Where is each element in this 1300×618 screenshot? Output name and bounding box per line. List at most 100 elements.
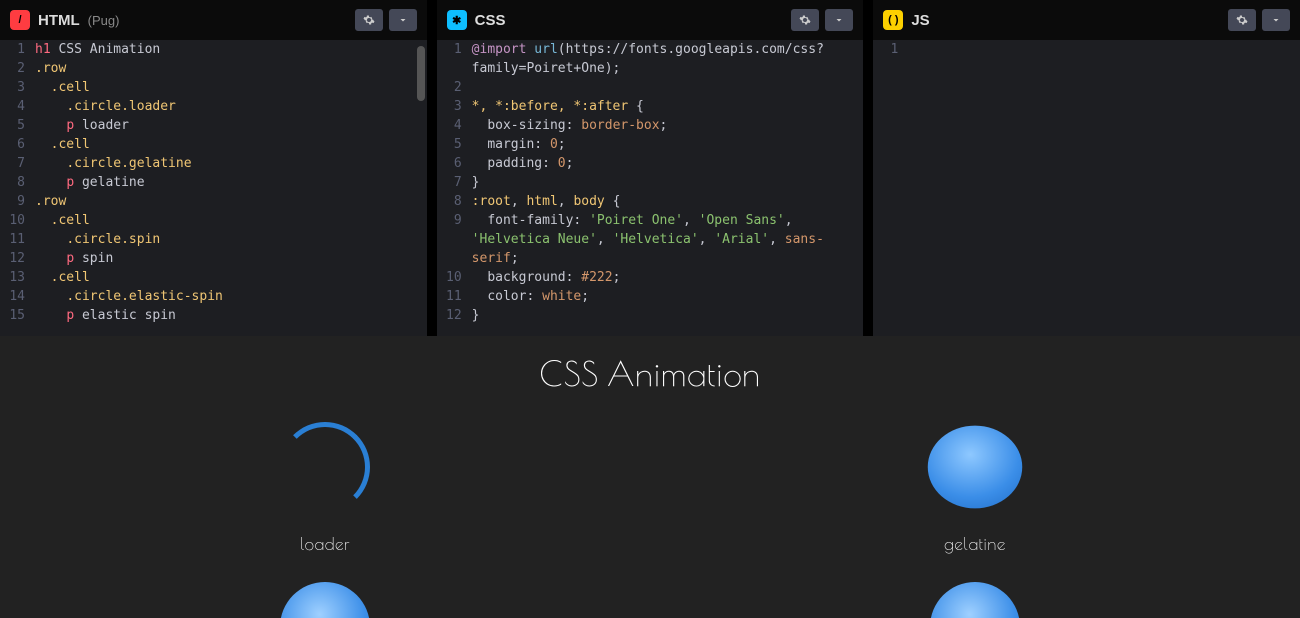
code-text[interactable]: .cell [35,211,427,230]
code-line[interactable]: 1h1 CSS Animation [0,40,427,59]
code-text[interactable]: h1 CSS Animation [35,40,427,59]
html-pane: / HTML (Pug) 1h1 CSS Animation2.row3 .ce… [0,0,427,336]
css-pane-title[interactable]: ✱ CSS [447,10,506,30]
line-number: 11 [0,230,35,249]
css-expand-button[interactable] [825,9,853,31]
code-line[interactable]: 8 p gelatine [0,173,427,192]
code-line[interactable]: 11 .circle.spin [0,230,427,249]
js-pane-header: ( ) JS [873,0,1300,40]
line-number: 8 [0,173,35,192]
code-text[interactable]: .cell [35,78,427,97]
code-line[interactable]: 6 .cell [0,135,427,154]
code-text[interactable]: @import url(https://fonts.googleapis.com… [472,40,864,59]
code-text[interactable]: margin: 0; [472,135,864,154]
code-text[interactable]: .circle.elastic-spin [35,287,427,306]
code-line[interactable]: family=Poiret+One); [437,59,864,78]
html-pane-title[interactable]: / HTML (Pug) [10,10,119,30]
code-text[interactable]: serif; [472,249,864,268]
code-text[interactable]: background: #222; [472,268,864,287]
code-line[interactable]: 1 [873,40,1300,59]
code-text[interactable]: font-family: 'Poiret One', 'Open Sans', [472,211,864,230]
html-code-area[interactable]: 1h1 CSS Animation2.row3 .cell4 .circle.l… [0,40,427,336]
code-text[interactable]: color: white; [472,287,864,306]
code-line[interactable]: 9 font-family: 'Poiret One', 'Open Sans'… [437,211,864,230]
line-number: 6 [437,154,472,173]
line-number: 1 [873,40,908,59]
line-number: 6 [0,135,35,154]
js-pane-title[interactable]: ( ) JS [883,10,929,30]
line-number: 7 [0,154,35,173]
code-text[interactable]: .row [35,192,427,211]
code-line[interactable]: 13 .cell [0,268,427,287]
code-line[interactable]: serif; [437,249,864,268]
code-text[interactable]: p gelatine [35,173,427,192]
code-text[interactable]: .circle.loader [35,97,427,116]
code-text[interactable]: } [472,173,864,192]
code-line[interactable]: 12} [437,306,864,325]
code-text[interactable]: family=Poiret+One); [472,59,864,78]
preview-cell-loader: loader [175,422,475,554]
line-number: 3 [0,78,35,97]
code-text[interactable]: padding: 0; [472,154,864,173]
code-line[interactable]: 6 padding: 0; [437,154,864,173]
code-line[interactable]: 9.row [0,192,427,211]
line-number: 12 [437,306,472,325]
code-line[interactable]: 11 color: white; [437,287,864,306]
js-settings-button[interactable] [1228,9,1256,31]
code-text[interactable]: .cell [35,135,427,154]
code-line[interactable]: 2.row [0,59,427,78]
preview-row: loader gelatine [0,422,1300,554]
css-pane-header: ✱ CSS [437,0,864,40]
code-text[interactable]: box-sizing: border-box; [472,116,864,135]
code-line[interactable]: 10 background: #222; [437,268,864,287]
preview-cell-gelatine: gelatine [825,422,1125,554]
code-line[interactable]: 7} [437,173,864,192]
html-expand-button[interactable] [389,9,417,31]
code-line[interactable]: 15 p elastic spin [0,306,427,325]
code-line[interactable]: 3 .cell [0,78,427,97]
code-text[interactable]: .circle.gelatine [35,154,427,173]
code-line[interactable]: 3*, *:before, *:after { [437,97,864,116]
code-text[interactable]: .circle.spin [35,230,427,249]
html-icon: / [10,10,30,30]
code-line[interactable]: 7 .circle.gelatine [0,154,427,173]
line-number: 3 [437,97,472,116]
code-line[interactable]: 12 p spin [0,249,427,268]
css-settings-button[interactable] [791,9,819,31]
code-text[interactable]: p elastic spin [35,306,427,325]
js-icon: ( ) [883,10,903,30]
code-text[interactable] [472,78,864,97]
code-text[interactable] [908,40,1300,59]
code-text[interactable]: .cell [35,268,427,287]
code-line[interactable]: 1@import url(https://fonts.googleapis.co… [437,40,864,59]
code-line[interactable]: 'Helvetica Neue', 'Helvetica', 'Arial', … [437,230,864,249]
code-line[interactable]: 4 box-sizing: border-box; [437,116,864,135]
code-line[interactable]: 5 margin: 0; [437,135,864,154]
code-text[interactable]: } [472,306,864,325]
line-number: 9 [437,211,472,230]
code-line[interactable]: 5 p loader [0,116,427,135]
code-line[interactable]: 4 .circle.loader [0,97,427,116]
line-number: 11 [437,287,472,306]
line-number: 7 [437,173,472,192]
code-text[interactable]: 'Helvetica Neue', 'Helvetica', 'Arial', … [472,230,864,249]
css-code-area[interactable]: 1@import url(https://fonts.googleapis.co… [437,40,864,336]
html-suffix: (Pug) [88,13,120,28]
css-title-text: CSS [475,12,506,29]
html-settings-button[interactable] [355,9,383,31]
code-line[interactable]: 14 .circle.elastic-spin [0,287,427,306]
code-text[interactable]: :root, html, body { [472,192,864,211]
line-number: 5 [437,135,472,154]
line-number: 15 [0,306,35,325]
code-text[interactable]: p loader [35,116,427,135]
code-line[interactable]: 8:root, html, body { [437,192,864,211]
code-text[interactable]: *, *:before, *:after { [472,97,864,116]
js-expand-button[interactable] [1262,9,1290,31]
code-text[interactable]: p spin [35,249,427,268]
code-line[interactable]: 10 .cell [0,211,427,230]
code-text[interactable]: .row [35,59,427,78]
html-scrollbar[interactable] [417,46,425,101]
js-code-area[interactable]: 1 [873,40,1300,336]
code-line[interactable]: 2 [437,78,864,97]
loader-circle [280,422,370,512]
